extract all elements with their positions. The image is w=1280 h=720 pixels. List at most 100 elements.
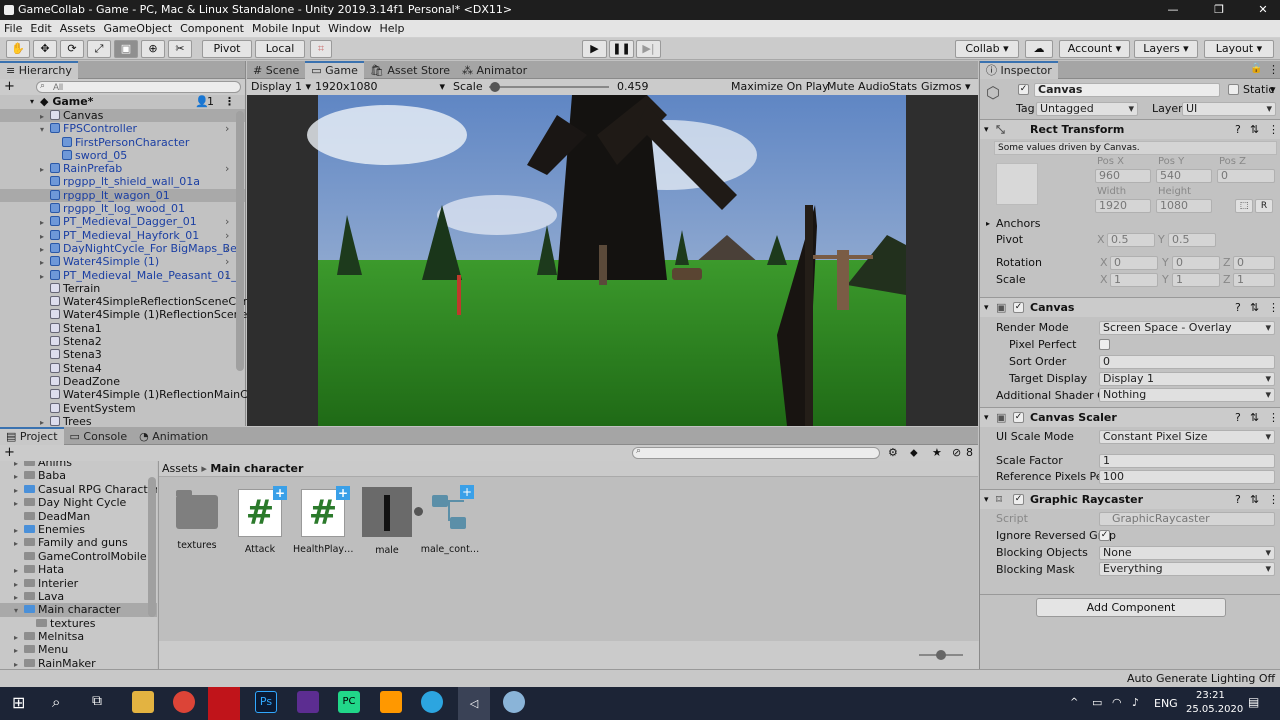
expand-arrow-icon[interactable]: ▸ [14,644,24,657]
add-component-button[interactable]: Add Component [1036,598,1226,617]
scale-slider-handle[interactable] [490,82,500,92]
project-folder-item[interactable]: ▸ Hata [0,563,157,576]
close-button[interactable]: ✕ [1248,2,1278,18]
project-folder-item[interactable]: ▾ Main character [0,603,157,617]
sublime-icon[interactable] [380,691,402,713]
prefab-open-chevron-icon[interactable]: › [225,229,229,242]
layer-dropdown[interactable]: UI [1182,102,1276,116]
hand-tool-icon[interactable]: ✋ [6,40,30,58]
project-folder-item[interactable]: ▸ Family and guns [0,536,157,549]
play-button[interactable]: ▶ [582,40,607,58]
telegram-icon[interactable] [421,691,443,713]
battery-icon[interactable]: ▭ [1092,696,1102,709]
hierarchy-item[interactable]: Water4Simple (1)ReflectionSceneC [0,308,255,321]
breadcrumb-main-character[interactable]: Main character [210,462,303,475]
scene-menu-icon[interactable]: ⋮ [224,95,235,109]
custom-tool-icon[interactable]: ✂ [168,40,192,58]
menu-help[interactable]: Help [375,20,408,37]
menu-gameobject[interactable]: GameObject [100,20,177,37]
volume-icon[interactable]: ♪ [1132,696,1139,709]
help-icon[interactable]: ? [1235,298,1241,318]
gizmos-dropdown[interactable]: Gizmos ▾ [921,79,971,95]
menu-assets[interactable]: Assets [56,20,100,37]
chrome-icon[interactable] [173,691,195,713]
scale-factor-field[interactable]: 1 [1099,454,1275,468]
pycharm-icon[interactable]: PC [338,691,360,713]
menu-window[interactable]: Window [324,20,375,37]
scene-expand-arrow[interactable]: ▾ [30,95,34,109]
pause-button[interactable]: ❚❚ [609,40,634,58]
hierarchy-item[interactable]: ▸ DayNightCycle_For BigMaps_Bet › [0,242,245,255]
transform-tool-icon[interactable]: ⊕ [141,40,165,58]
expand-arrow-icon[interactable]: ▸ [40,216,50,229]
expand-arrow-icon[interactable]: ▾ [14,604,24,617]
asset-male-controller[interactable]: + male_cont… [420,485,480,555]
prefab-open-chevron-icon[interactable]: › [225,215,229,228]
file-explorer-icon[interactable] [132,691,154,713]
shader-channels-dropdown[interactable]: Nothing [1099,388,1275,402]
lock-icon[interactable]: 🔒 [1250,63,1262,74]
project-folder-item[interactable]: ▸ Enemies [0,523,157,536]
asset-attack[interactable]: # + Attack [230,486,290,555]
hierarchy-item[interactable]: DeadZone [0,375,245,388]
static-checkbox[interactable] [1228,84,1239,95]
sort-order-field[interactable]: 0 [1099,355,1275,369]
account-dropdown[interactable]: Account ▾ [1059,40,1130,58]
tab-animation[interactable]: ◔ Animation [133,428,214,446]
hierarchy-item[interactable]: Terrain [0,282,245,295]
rect-tool-icon[interactable]: ▣ [114,40,138,58]
maximize-button[interactable]: ❐ [1204,2,1234,18]
breadcrumb-assets[interactable]: Assets [162,462,198,475]
raw-edit-button[interactable]: R [1255,199,1273,213]
expand-arrow-icon[interactable]: ▸ [14,591,24,604]
expand-arrow-icon[interactable]: ▸ [14,537,24,550]
notifications-icon[interactable]: ▤ [1248,695,1259,709]
expand-arrow-icon[interactable]: ▸ [40,110,50,123]
tab-hierarchy[interactable]: ≡ Hierarchy [0,61,78,79]
hierarchy-item[interactable]: Water4SimpleReflectionSceneCam [0,295,253,308]
layers-dropdown[interactable]: Layers ▾ [1134,40,1198,58]
project-folder-item[interactable]: ▸ Baba [0,469,157,482]
hierarchy-item[interactable]: ▸ PT_Medieval_Hayfork_01 › [0,229,245,242]
unity-hub-icon[interactable] [503,691,525,713]
expand-arrow-icon[interactable]: ▸ [40,256,50,269]
expand-arrow-icon[interactable]: ▸ [40,243,50,256]
opera-icon[interactable] [208,687,240,720]
canvas-enabled-checkbox[interactable]: ✓ [1013,302,1024,313]
active-checkbox[interactable]: ✓ [1018,84,1029,95]
project-search-input[interactable] [632,447,880,459]
project-folder-item[interactable]: ▸ Lava [0,590,157,603]
tab-console[interactable]: ▭ Console [64,428,134,446]
component-menu-icon[interactable]: ⋮ [1268,490,1279,510]
minimize-button[interactable]: — [1158,2,1188,18]
visual-studio-icon[interactable] [297,691,319,713]
asset-zoom-slider[interactable] [919,650,963,660]
reference-pixels-field[interactable]: 100 [1099,470,1275,484]
hierarchy-item[interactable]: ▾ FPSController › [0,122,245,135]
component-menu-icon[interactable]: ⋮ [1268,298,1279,318]
layout-dropdown[interactable]: Layout ▾ [1204,40,1274,58]
asset-male[interactable]: male [357,487,423,556]
maximize-on-play-toggle[interactable]: Maximize On Play [731,79,829,95]
target-display-dropdown[interactable]: Display 1 [1099,372,1275,386]
project-folder-item[interactable]: ▸ Melnitsa [0,630,157,643]
tab-game[interactable]: ▭ Game [305,61,364,79]
help-icon[interactable]: ? [1235,408,1241,428]
expand-arrow-icon[interactable]: ▸ [14,484,24,497]
hierarchy-item[interactable]: ▸ RainPrefab › [0,162,245,175]
clock-time[interactable]: 23:21 [1196,690,1225,701]
canvas-component-header[interactable]: ▾ ▣ ✓ Canvas ? ⇅ ⋮ [980,297,1280,317]
project-tree-scrollbar[interactable] [148,477,156,617]
hierarchy-item[interactable]: Stena1 [0,322,245,335]
asset-healthplayer[interactable]: # + HealthPlay… [293,486,354,555]
lighting-status[interactable]: Auto Generate Lighting Off [1127,672,1275,685]
expand-arrow-icon[interactable]: ▸ [14,564,24,577]
cloud-icon[interactable]: ☁ [1025,40,1053,58]
hierarchy-item[interactable]: ▸ PT_Medieval_Dagger_01 › [0,215,245,228]
hierarchy-item[interactable]: rpgpp_lt_wagon_01 [0,188,245,203]
tag-dropdown[interactable]: Untagged [1036,102,1138,116]
menu-edit[interactable]: Edit [26,20,55,37]
project-folder-item[interactable]: ▸ Interier [0,577,157,590]
asset-zoom-handle[interactable] [936,650,946,660]
hierarchy-add-button[interactable]: + [4,79,15,94]
